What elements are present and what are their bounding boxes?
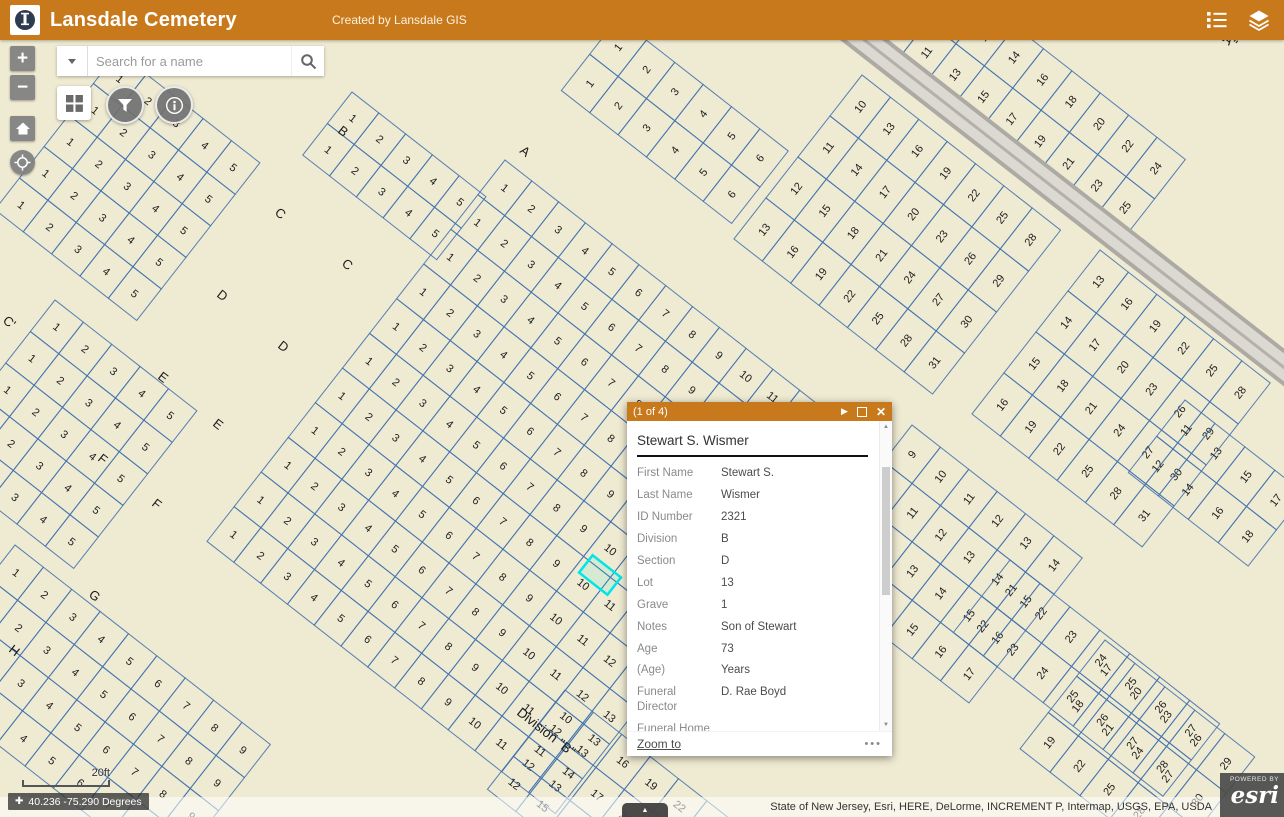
attribution-text: State of New Jersey, Esri, HERE, DeLorme… [770, 801, 1212, 813]
legend-icon[interactable] [1204, 7, 1230, 33]
esri-wordmark: esri [1231, 784, 1279, 807]
locate-button[interactable] [10, 150, 35, 175]
scalebar-line [22, 780, 110, 787]
popup-field-row: Grave1 [637, 598, 874, 613]
home-button[interactable] [10, 116, 35, 141]
info-button[interactable] [155, 86, 193, 124]
home-icon [15, 121, 31, 136]
popup-field-row: Lot13 [637, 576, 874, 591]
chevron-down-icon [68, 59, 76, 64]
popup-field-row: ID Number2321 [637, 510, 874, 525]
search-input[interactable] [88, 46, 291, 76]
zoom-to-link[interactable]: Zoom to [637, 737, 681, 751]
filter-button[interactable] [106, 86, 144, 124]
popup-field-row: Funeral DirectorD. Rae Boyd [637, 685, 874, 715]
esri-logo: POWERED BY esri [1220, 773, 1284, 817]
popup-body: Stewart S. Wismer First NameStewart S. La… [627, 421, 892, 731]
popup-field-row: (Age)Years [637, 663, 874, 678]
popup-pager: (1 of 4) [633, 406, 832, 418]
popup-close-button[interactable]: ✕ [876, 405, 886, 419]
scalebar-label: 20ft [22, 767, 110, 779]
coordinates-text: 40.236 -75.290 Degrees [28, 796, 141, 808]
popup-field-row: Last NameWismer [637, 488, 874, 503]
crosshair-icon: ✚ [15, 797, 23, 807]
page-subtitle: Created by Lansdale GIS [332, 13, 467, 27]
scalebar: 20ft [22, 767, 110, 787]
page-title: Lansdale Cemetery [50, 9, 237, 32]
feature-popup: (1 of 4) ▶ ✕ Stewart S. Wismer First Nam… [627, 402, 892, 756]
zoom-in-button[interactable]: + [10, 46, 35, 71]
app-header: Lansdale Cemetery Created by Lansdale GI… [0, 0, 1284, 40]
popup-fields: First NameStewart S. Last NameWismer ID Nu… [627, 466, 878, 731]
lansdale-logo [10, 5, 40, 35]
popup-title: Stewart S. Wismer [627, 421, 878, 455]
scroll-down-icon[interactable]: ▼ [880, 722, 892, 728]
scrollbar-thumb[interactable] [882, 467, 890, 595]
layers-icon[interactable] [1246, 7, 1272, 33]
popup-more-button[interactable]: ••• [864, 738, 882, 750]
attribute-table-toggle[interactable]: ▲ [622, 803, 668, 817]
info-icon [165, 96, 184, 115]
popup-field-row: Age73 [637, 642, 874, 657]
search-icon [300, 53, 317, 70]
popup-next-button[interactable]: ▶ [841, 406, 848, 417]
popup-field-row: First NameStewart S. [637, 466, 874, 481]
scroll-up-icon[interactable]: ▲ [880, 424, 892, 430]
popup-maximize-button[interactable] [857, 407, 867, 417]
search-source-dropdown[interactable] [57, 46, 88, 76]
grid-icon [66, 95, 83, 112]
zoom-out-button[interactable]: − [10, 75, 35, 100]
chevron-up-icon: ▲ [642, 807, 649, 814]
popup-divider [637, 455, 868, 457]
search-button[interactable] [291, 46, 324, 76]
filter-icon [117, 98, 133, 113]
coordinates-widget[interactable]: ✚ 40.236 -75.290 Degrees [8, 793, 149, 810]
popup-scrollbar[interactable]: ▲ ▼ [879, 421, 892, 731]
basemap-gallery-button[interactable] [57, 86, 91, 120]
popup-field-row: DivisionB [637, 532, 874, 547]
popup-header[interactable]: (1 of 4) ▶ ✕ [627, 402, 892, 421]
locate-icon [14, 154, 31, 171]
search-widget [57, 46, 324, 76]
popup-field-row: NotesSon of Stewart [637, 620, 874, 635]
popup-field-row: SectionD [637, 554, 874, 569]
popup-footer: Zoom to ••• [627, 731, 892, 756]
popup-field-row: Funeral Home [637, 722, 874, 731]
